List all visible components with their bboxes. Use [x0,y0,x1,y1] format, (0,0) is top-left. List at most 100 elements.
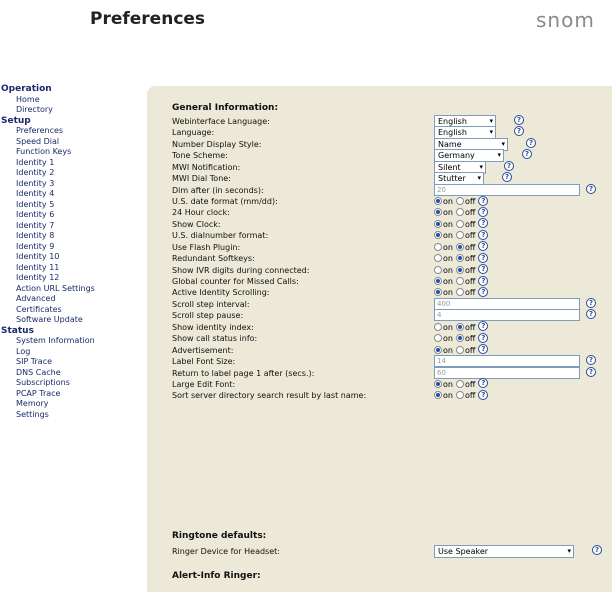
sidebar-item-identity-6[interactable]: Identity 6 [0,210,146,221]
sidebar-item-advanced[interactable]: Advanced [0,294,146,305]
sidebar-item-log[interactable]: Log [0,347,146,358]
help-icon[interactable]: ? [478,252,489,263]
radio-on[interactable] [434,254,442,263]
help-icon[interactable]: ? [526,137,536,148]
setting-row-sort-server-directory-search-result-by-last-name: Sort server directory search result by l… [172,389,612,401]
radio-off[interactable] [455,254,464,263]
help-icon[interactable]: ? [478,321,489,332]
help-icon[interactable]: ? [478,332,489,343]
sidebar-item-pcap-trace[interactable]: PCAP Trace [0,389,146,400]
help-icon[interactable]: ? [504,160,514,171]
radio-on[interactable] [434,219,442,228]
radio-on[interactable] [434,197,442,205]
label-font-size-input[interactable]: 14 [434,355,580,367]
sidebar-item-identity-9[interactable]: Identity 9 [0,242,146,253]
radio-off[interactable] [455,231,464,240]
setting-label: Use Flash Plugin: [172,242,241,252]
sidebar-item-software-update[interactable]: Software Update [0,315,146,326]
sidebar-item-identity-1[interactable]: Identity 1 [0,158,146,169]
radio-off[interactable] [455,322,464,331]
sidebar-item-function-keys[interactable]: Function Keys [0,147,146,158]
sidebar-item-identity-3[interactable]: Identity 3 [0,179,146,190]
sidebar-group-operation[interactable]: Operation [0,84,146,95]
sidebar-item-identity-5[interactable]: Identity 5 [0,200,146,211]
sidebar-item-action-url-settings[interactable]: Action URL Settings [0,284,146,295]
scroll-step-interval-input[interactable]: 400 [434,297,580,310]
help-icon[interactable]: ? [478,286,489,297]
help-icon[interactable]: ? [478,218,489,229]
setting-label: Show call status info: [172,334,258,344]
help-icon[interactable]: ? [592,545,602,555]
sidebar-item-system-information[interactable]: System Information [0,336,146,347]
sidebar-item-identity-8[interactable]: Identity 8 [0,231,146,242]
radio-on[interactable] [434,265,442,274]
radio-off[interactable] [455,334,464,343]
sidebar-item-certificates[interactable]: Certificates [0,305,146,316]
help-icon[interactable]: ? [586,366,596,377]
radio-on[interactable] [434,231,442,240]
radio-off[interactable] [455,391,464,400]
sidebar-item-home[interactable]: Home [0,95,146,106]
sidebar-item-identity-4[interactable]: Identity 4 [0,189,146,200]
help-icon[interactable]: ? [478,389,489,400]
radio-off-label: off [464,197,476,206]
help-icon[interactable]: ? [586,355,596,365]
radio-on[interactable] [434,242,442,251]
global-counter-for-missed-calls-radio-group: on off? [434,275,489,287]
radio-on-label: on [443,265,453,275]
setting-row-dim-after-in-seconds: Dim after (in seconds): 20? [172,183,612,196]
sidebar-item-dns-cache[interactable]: DNS Cache [0,368,146,379]
sidebar-item-memory[interactable]: Memory [0,399,146,410]
help-icon[interactable]: ? [514,126,524,137]
sidebar-item-settings[interactable]: Settings [0,410,146,421]
radio-on[interactable] [434,391,442,400]
help-icon[interactable]: ? [478,195,489,206]
help-icon[interactable]: ? [502,172,512,183]
radio-off[interactable] [455,208,464,217]
radio-on[interactable] [434,288,442,297]
sidebar-item-speed-dial[interactable]: Speed Dial [0,137,146,148]
radio-off[interactable] [455,277,464,285]
help-icon[interactable]: ? [514,115,524,125]
help-icon[interactable]: ? [478,229,489,240]
help-icon[interactable]: ? [478,275,489,286]
sidebar-item-identity-10[interactable]: Identity 10 [0,252,146,263]
radio-on[interactable] [434,322,442,331]
radio-off[interactable] [455,242,464,251]
help-icon[interactable]: ? [478,241,489,252]
sidebar-item-identity-7[interactable]: Identity 7 [0,221,146,232]
help-icon[interactable]: ? [478,378,489,389]
radio-off[interactable] [455,288,464,297]
sidebar-item-identity-2[interactable]: Identity 2 [0,168,146,179]
sidebar-group-setup[interactable]: Setup [0,116,146,127]
radio-off[interactable] [455,197,464,205]
help-icon[interactable]: ? [586,183,596,194]
sidebar-item-sip-trace[interactable]: SIP Trace [0,357,146,368]
radio-on[interactable] [434,208,442,217]
radio-off[interactable] [455,265,464,274]
return-to-label-page-1-after-secs-input[interactable]: 60 [434,366,580,379]
sidebar-item-identity-11[interactable]: Identity 11 [0,263,146,274]
help-icon[interactable]: ? [522,149,532,160]
dim-after-in-seconds-input[interactable]: 20 [434,183,580,196]
help-icon[interactable]: ? [586,297,596,308]
sidebar-group-status[interactable]: Status [0,326,146,337]
ringer-device-for-headset-select[interactable]: Use Speaker ▾ [434,545,574,558]
sidebar-item-preferences[interactable]: Preferences [0,126,146,137]
sidebar-item-identity-12[interactable]: Identity 12 [0,273,146,284]
sidebar-item-subscriptions[interactable]: Subscriptions [0,378,146,389]
radio-on[interactable] [434,379,442,388]
help-icon[interactable]: ? [478,264,489,275]
help-icon[interactable]: ? [586,309,596,320]
scroll-step-pause-input[interactable]: 4 [434,309,580,322]
radio-off[interactable] [455,219,464,228]
radio-on[interactable] [434,345,442,354]
radio-on[interactable] [434,277,442,285]
radio-off[interactable] [455,379,464,388]
help-icon[interactable]: ? [478,344,489,355]
radio-off[interactable] [455,345,464,354]
help-icon[interactable]: ? [478,206,489,217]
radio-on-label: on [443,254,453,264]
sidebar-item-directory[interactable]: Directory [0,105,146,116]
radio-on[interactable] [434,334,442,343]
